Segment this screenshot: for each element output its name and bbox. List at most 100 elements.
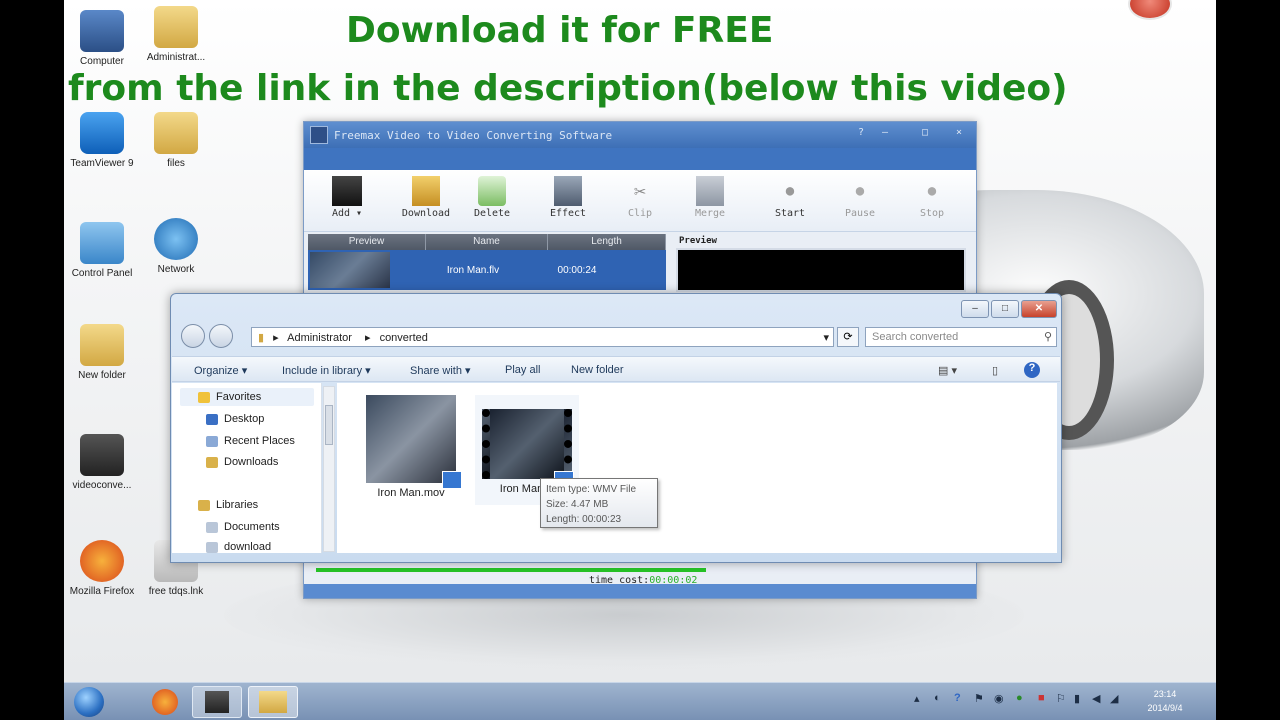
- clip-button[interactable]: ✂ Clip: [610, 176, 670, 219]
- nav-download[interactable]: download: [206, 541, 271, 553]
- include-in-library-menu[interactable]: Include in library ▾: [282, 364, 371, 377]
- tray-expand-icon[interactable]: ▴: [914, 692, 920, 705]
- taskbar-firefox[interactable]: [140, 686, 190, 718]
- forward-button[interactable]: [209, 324, 233, 348]
- user-folder-icon: [154, 6, 198, 48]
- folder-icon: [206, 541, 218, 553]
- media-badge-icon: [442, 471, 462, 489]
- nav-libraries-label: Libraries: [216, 499, 259, 511]
- control-panel-icon: [80, 222, 124, 264]
- desktop-icon-computer[interactable]: Computer: [64, 10, 140, 68]
- maximize-icon[interactable]: □: [918, 127, 932, 139]
- tray-app-icon[interactable]: ◐: [934, 692, 941, 704]
- column-name[interactable]: Name: [426, 234, 548, 250]
- organize-menu[interactable]: Organize ▾: [194, 364, 247, 377]
- column-preview[interactable]: Preview: [308, 234, 426, 250]
- scrollbar-thumb[interactable]: [325, 405, 333, 445]
- tray-flag-icon[interactable]: ⚐: [1056, 692, 1066, 705]
- nav-libraries[interactable]: Libraries: [198, 499, 258, 511]
- desktop-icon-files[interactable]: files: [138, 112, 214, 170]
- close-icon[interactable]: ×: [952, 127, 966, 139]
- back-button[interactable]: [181, 324, 205, 348]
- tray-app-icon[interactable]: ●: [1016, 692, 1023, 704]
- desktop-icon-control-panel[interactable]: Control Panel: [64, 222, 140, 280]
- tray-network-icon[interactable]: ▮: [1074, 692, 1080, 705]
- preview-pane-icon[interactable]: ▯: [992, 364, 998, 377]
- pause-button[interactable]: ● Pause: [830, 176, 890, 219]
- nav-desktop[interactable]: Desktop: [206, 413, 264, 425]
- tray-volume-icon[interactable]: ◀: [1092, 692, 1100, 705]
- view-options-icon[interactable]: ▤ ▾: [938, 364, 957, 377]
- desktop-icon-new-folder[interactable]: New folder: [64, 324, 140, 382]
- desktop-icon-label: videoconve...: [72, 480, 132, 491]
- breadcrumb-converted[interactable]: converted: [380, 332, 428, 344]
- search-input[interactable]: Search converted ⚲: [865, 327, 1057, 347]
- pause-icon: ●: [855, 183, 865, 199]
- network-icon: [154, 218, 198, 260]
- add-button[interactable]: Add ▾: [312, 176, 382, 219]
- nav-scrollbar[interactable]: [323, 386, 335, 552]
- close-button[interactable]: ✕: [1021, 300, 1057, 318]
- converter-title: Freemax Video to Video Converting Softwa…: [334, 129, 613, 142]
- banner-line-2: from the link in the description(below t…: [68, 68, 1068, 109]
- help-icon[interactable]: ?: [854, 127, 868, 139]
- address-bar[interactable]: ▮ ▸ Administrator ▸ converted ▾: [251, 327, 834, 347]
- firefox-icon: [152, 689, 178, 715]
- converter-titlebar[interactable]: Freemax Video to Video Converting Softwa…: [304, 122, 976, 148]
- start-label: Start: [774, 208, 806, 219]
- refresh-button[interactable]: ⟳: [837, 327, 859, 347]
- maximize-button[interactable]: □: [991, 300, 1019, 318]
- taskbar-video-converter[interactable]: [192, 686, 242, 718]
- film-add-icon: [332, 176, 362, 206]
- video-thumbnail: [310, 252, 390, 288]
- new-folder-button[interactable]: New folder: [571, 364, 624, 376]
- tooltip-length: Length: 00:00:23: [546, 514, 622, 525]
- nav-downloads[interactable]: Downloads: [206, 456, 278, 468]
- nav-recent-places[interactable]: Recent Places: [206, 435, 295, 447]
- column-length[interactable]: Length: [548, 234, 666, 250]
- desktop-icon: [206, 413, 218, 425]
- file-list-header: Preview Name Length: [308, 234, 666, 250]
- desktop-icon-videoconverter[interactable]: videoconve...: [64, 434, 140, 492]
- stop-button[interactable]: ● Stop: [902, 176, 962, 219]
- desktop-icon-administrator[interactable]: Administrat...: [138, 6, 214, 64]
- system-clock[interactable]: 23:14 2014/9/4: [1130, 687, 1200, 715]
- preview-label: Preview: [679, 236, 717, 246]
- chevron-down-icon[interactable]: ▾: [823, 331, 829, 344]
- clock-date: 2014/9/4: [1147, 703, 1183, 713]
- file-content-area: Iron Man.mov Iron Man.w: [337, 383, 1057, 553]
- stop-label: Stop: [919, 208, 945, 219]
- tooltip-size: Size: 4.47 MB: [546, 499, 609, 510]
- start-button[interactable]: [66, 686, 112, 718]
- share-with-menu[interactable]: Share with ▾: [410, 364, 471, 377]
- desktop-icon-firefox[interactable]: Mozilla Firefox: [64, 540, 140, 598]
- tray-help-icon[interactable]: ?: [954, 692, 961, 704]
- tray-app-icon[interactable]: ■: [1038, 692, 1045, 704]
- video-converter-icon: [80, 434, 124, 476]
- desktop-icon-label: Administrat...: [146, 52, 206, 63]
- nav-documents[interactable]: Documents: [206, 521, 280, 533]
- tray-app-icon[interactable]: ⚑: [974, 692, 984, 705]
- taskbar-explorer[interactable]: [248, 686, 298, 718]
- minimize-button[interactable]: –: [961, 300, 989, 318]
- minimize-icon[interactable]: –: [878, 127, 892, 139]
- nav-favorites[interactable]: Favorites: [198, 391, 261, 403]
- merge-button[interactable]: Merge: [680, 176, 740, 219]
- tray-app-icon[interactable]: ◉: [994, 692, 1004, 705]
- file-item-mov[interactable]: Iron Man.mov: [359, 395, 463, 499]
- start-button[interactable]: ● Start: [760, 176, 820, 219]
- desktop-icon-network[interactable]: Network: [138, 218, 214, 276]
- tray-signal-icon[interactable]: ◢: [1110, 692, 1118, 705]
- play-all-button[interactable]: Play all: [505, 364, 540, 376]
- desktop-icon-label: files: [167, 158, 185, 169]
- delete-button[interactable]: Delete: [462, 176, 522, 219]
- chevron-right-icon: ▸: [273, 332, 279, 344]
- command-bar: Organize ▾ Include in library ▾ Share wi…: [172, 356, 1060, 382]
- effect-icon: [554, 176, 582, 206]
- desktop-icon-teamviewer[interactable]: TeamViewer 9: [64, 112, 140, 170]
- file-row[interactable]: Iron Man.flv 00:00:24: [308, 250, 666, 290]
- breadcrumb-administrator[interactable]: Administrator: [287, 332, 352, 344]
- help-icon[interactable]: ?: [1024, 362, 1040, 378]
- effect-button[interactable]: Effect: [538, 176, 598, 219]
- download-button[interactable]: Download: [396, 176, 456, 219]
